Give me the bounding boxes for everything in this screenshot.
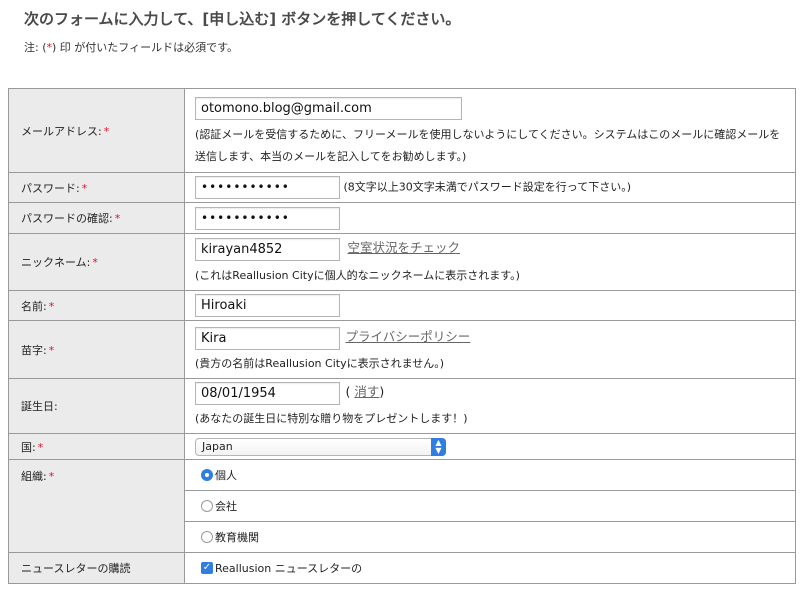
first-name-row: 名前: * Hiroaki <box>8 290 796 321</box>
radio-unselected-icon[interactable] <box>201 531 213 543</box>
birthday-row: 誕生日: 08/01/1954 ( 消す) (あなたの誕生日に特別な贈り物をプレ… <box>8 378 796 434</box>
newsletter-row: ニュースレターの購読 ✓ Reallusion ニュースレターの <box>8 552 796 584</box>
clear-open-paren: ( <box>345 384 351 399</box>
password-confirm-field-cell: ••••••••••• <box>184 202 796 234</box>
org-option-company[interactable]: 会社 <box>184 490 796 522</box>
newsletter-field-cell: ✓ Reallusion ニュースレターの <box>184 552 796 584</box>
birthday-field-cell: 08/01/1954 ( 消す) (あなたの誕生日に特別な贈り物をプレゼントしま… <box>184 378 796 434</box>
last-name-label: 苗字: <box>21 343 47 357</box>
required-asterisk: * <box>37 440 44 454</box>
country-label: 国: <box>21 440 36 454</box>
password-field-cell: ••••••••••• (8文字以上30文字未満でパスワード設定を行って下さい。… <box>184 172 796 203</box>
note-suffix: ) 印 が付いたフィールドは必須です。 <box>52 41 238 54</box>
checkbox-checked-icon[interactable]: ✓ <box>201 562 213 574</box>
organization-row-1: 組織: * 個人 <box>8 459 796 553</box>
required-asterisk: * <box>48 343 55 357</box>
required-asterisk: * <box>81 181 88 195</box>
org-option-label: 教育機関 <box>215 531 259 544</box>
nickname-field-cell: kirayan4852 空室状況をチェック (これはReallusion Cit… <box>184 233 796 291</box>
first-name-label-cell: 名前: * <box>8 290 185 321</box>
note-prefix: 注: ( <box>24 41 47 54</box>
required-asterisk: * <box>103 124 110 138</box>
email-hint: (認証メールを受信するために、フリーメールを使用しないようにしてください。システ… <box>195 128 781 163</box>
email-input[interactable]: otomono.blog@gmail.com <box>195 97 462 120</box>
password-label-cell: パスワード: * <box>8 172 185 203</box>
birthday-label-cell: 誕生日: <box>8 378 185 434</box>
password-confirm-label: パスワードの確認: <box>21 212 113 225</box>
nickname-label: ニックネーム: <box>21 256 91 269</box>
country-label-cell: 国: * <box>8 433 185 460</box>
last-name-field-cell: Kira プライバシーポリシー (貴方の名前はReallusion Cityに表… <box>184 320 796 379</box>
email-label-cell: メールアドレス: * <box>8 88 185 173</box>
clear-close-paren: ) <box>379 384 385 399</box>
nickname-hint: (これはReallusion Cityに個人的なニックネームに表示されます。) <box>195 268 520 282</box>
password-label: パスワード: <box>21 181 80 195</box>
privacy-policy-link[interactable]: プライバシーポリシー <box>346 329 471 344</box>
required-asterisk: * <box>48 470 55 483</box>
newsletter-label-cell: ニュースレターの購読 <box>8 552 185 584</box>
password-confirm-label-cell: パスワードの確認: * <box>8 202 185 234</box>
clear-wrapper: ( 消す) <box>346 384 385 399</box>
first-name-field-cell: Hiroaki <box>184 290 796 321</box>
first-name-label: 名前: <box>21 299 47 313</box>
newsletter-label: ニュースレターの購読 <box>21 562 131 575</box>
last-name-row: 苗字: * Kira プライバシーポリシー (貴方の名前はReallusion C… <box>8 320 796 379</box>
birthday-hint: (あなたの誕生日に特別な贈り物をプレゼントします！) <box>195 411 468 425</box>
required-asterisk: * <box>92 256 98 269</box>
required-asterisk: * <box>114 212 121 225</box>
country-select[interactable]: Japan ▲ ▼ <box>195 437 446 456</box>
select-arrows-icon: ▲ ▼ <box>431 437 446 456</box>
radio-unselected-icon[interactable] <box>201 500 213 512</box>
password-confirm-input[interactable]: ••••••••••• <box>195 206 340 230</box>
organization-label: 組織: <box>21 470 47 483</box>
country-field-cell: Japan ▲ ▼ <box>184 433 796 460</box>
registration-form: メールアドレス: * otomono.blog@gmail.com (認証メールを… <box>8 88 796 584</box>
required-asterisk: * <box>48 299 55 313</box>
check-availability-link[interactable]: 空室状況をチェック <box>348 240 461 255</box>
email-row: メールアドレス: * otomono.blog@gmail.com (認証メールを… <box>8 88 796 173</box>
password-input[interactable]: ••••••••••• <box>195 176 340 199</box>
org-option-label: 個人 <box>215 469 237 482</box>
org-option-education[interactable]: 教育機関 <box>184 521 796 553</box>
nickname-input[interactable]: kirayan4852 <box>195 237 340 261</box>
org-option-label: 会社 <box>215 500 237 513</box>
birthday-label: 誕生日: <box>21 400 58 413</box>
page-title: 次のフォームに入力して、[申し込む] ボタンを押してください。 <box>24 10 461 28</box>
password-hint: (8文字以上30文字未満でパスワード設定を行って下さい。) <box>343 180 632 194</box>
password-confirm-row: パスワードの確認: * ••••••••••• <box>8 202 796 234</box>
country-row: 国: * Japan ▲ ▼ <box>8 433 796 460</box>
org-option-individual[interactable]: 個人 <box>184 459 796 491</box>
last-name-hint: (貴方の名前はReallusion Cityに表示されません。) <box>195 356 445 370</box>
first-name-input[interactable]: Hiroaki <box>195 294 340 317</box>
clear-date-link[interactable]: 消す <box>354 384 379 399</box>
birthday-input[interactable]: 08/01/1954 <box>195 381 340 405</box>
password-row: パスワード: * ••••••••••• (8文字以上30文字未満でパスワード設定… <box>8 172 796 203</box>
country-selected-value: Japan <box>202 439 233 453</box>
nickname-row: ニックネーム: * kirayan4852 空室状況をチェック (これはReall… <box>8 233 796 291</box>
newsletter-checkbox-label: Reallusion ニュースレターの <box>215 562 363 575</box>
organization-label-cell: 組織: * <box>8 459 185 553</box>
last-name-input[interactable]: Kira <box>195 326 340 350</box>
last-name-label-cell: 苗字: * <box>8 320 185 379</box>
email-label: メールアドレス: <box>21 124 102 138</box>
nickname-label-cell: ニックネーム: * <box>8 233 185 291</box>
email-field-cell: otomono.blog@gmail.com (認証メールを受信するために、フリ… <box>184 88 796 173</box>
required-note: 注: (*) 印 が付いたフィールドは必須です。 <box>24 39 238 55</box>
radio-selected-icon[interactable] <box>201 469 213 481</box>
